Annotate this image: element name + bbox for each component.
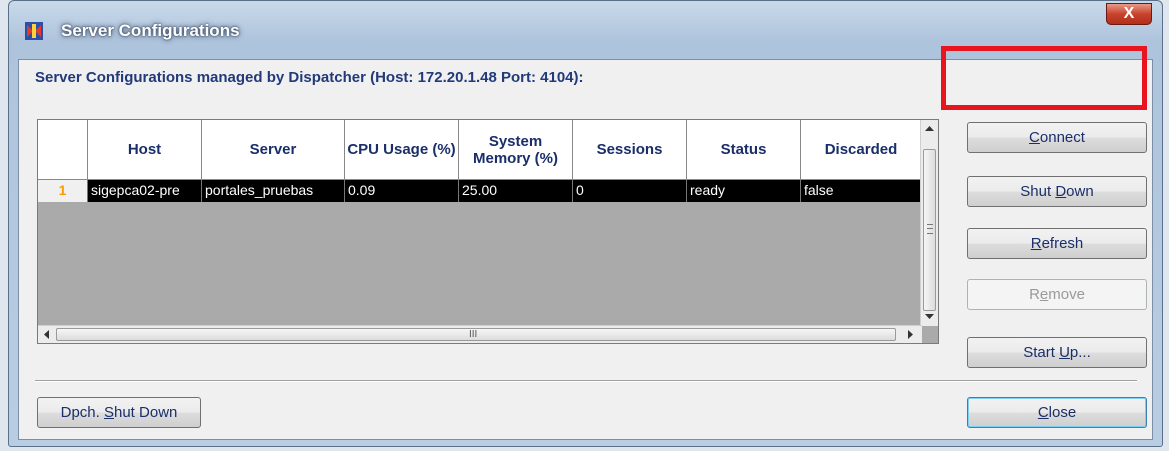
column-header-server[interactable]: Server xyxy=(202,120,345,180)
column-header-discarded[interactable]: Discarded xyxy=(801,120,922,180)
refresh-label-rest: efresh xyxy=(1041,235,1084,252)
scroll-left-arrow-icon[interactable] xyxy=(44,330,50,339)
window-close-button[interactable]: X xyxy=(1106,3,1152,25)
shut-down-button[interactable]: Shut Down xyxy=(967,176,1147,207)
close-mnemonic: C xyxy=(1037,404,1049,421)
horizontal-scroll-thumb[interactable]: III xyxy=(56,328,896,341)
column-header-host[interactable]: Host xyxy=(88,120,202,180)
start-up-label-rest: p... xyxy=(1069,344,1091,361)
close-label-rest: lose xyxy=(1048,404,1077,421)
column-header-sessions[interactable]: Sessions xyxy=(573,120,687,180)
cell-discarded[interactable]: false xyxy=(801,180,922,202)
start-up-label-pre: Start xyxy=(1023,344,1060,361)
vertical-scroll-thumb[interactable] xyxy=(923,149,936,311)
connect-highlight-annotation xyxy=(941,46,1147,110)
cell-host[interactable]: sigepca02-pre xyxy=(88,180,202,202)
dialog-client-area: Server Configurations managed by Dispatc… xyxy=(18,59,1153,440)
app-icon xyxy=(25,22,43,40)
scroll-grip-icon xyxy=(927,224,933,234)
dispatcher-shut-down-label-rest: hut Down xyxy=(114,404,178,421)
cell-cpu-usage[interactable]: 0.09 xyxy=(345,180,459,202)
cell-system-memory[interactable]: 25.00 xyxy=(459,180,573,202)
scroll-up-arrow-icon[interactable] xyxy=(925,126,934,132)
shut-down-mnemonic: D xyxy=(1055,183,1067,200)
footer-separator xyxy=(35,380,1137,382)
refresh-button[interactable]: Refresh xyxy=(967,228,1147,259)
horizontal-scrollbar[interactable]: III xyxy=(38,325,922,343)
column-header-cpu-usage[interactable]: CPU Usage (%) xyxy=(345,120,459,180)
server-configurations-grid[interactable]: Host Server CPU Usage (%) System Memory … xyxy=(37,119,939,344)
dispatcher-shut-down-button[interactable]: Dpch. Shut Down xyxy=(37,397,201,428)
grid-header-row: Host Server CPU Usage (%) System Memory … xyxy=(38,120,922,180)
shut-down-label-rest: own xyxy=(1066,183,1094,200)
remove-label-rest: move xyxy=(1048,286,1085,303)
remove-button[interactable]: Remove xyxy=(967,279,1147,310)
refresh-mnemonic: R xyxy=(1030,235,1042,252)
column-header-system-memory[interactable]: System Memory (%) xyxy=(459,120,573,180)
vertical-scrollbar[interactable] xyxy=(920,120,938,326)
scroll-grip-label: III xyxy=(469,329,478,340)
connect-button[interactable]: Connect xyxy=(967,122,1147,153)
column-header-status[interactable]: Status xyxy=(687,120,801,180)
cell-status[interactable]: ready xyxy=(687,180,801,202)
scroll-down-arrow-icon[interactable] xyxy=(925,314,934,320)
dispatcher-shut-down-mnemonic: S xyxy=(103,404,114,421)
scroll-right-arrow-icon[interactable] xyxy=(908,330,914,339)
shut-down-label-pre: Shut xyxy=(1020,183,1056,200)
start-up-mnemonic: U xyxy=(1059,344,1070,361)
connect-label-rest: onnect xyxy=(1039,129,1085,146)
close-button[interactable]: Close xyxy=(967,397,1147,428)
dispatcher-shut-down-label-pre: Dpch. xyxy=(60,404,104,421)
column-header-row-number xyxy=(38,120,88,180)
start-up-button[interactable]: Start Up... xyxy=(967,337,1147,368)
dispatcher-info-label: Server Configurations managed by Dispatc… xyxy=(35,69,584,86)
remove-label-pre: R xyxy=(1029,286,1040,303)
row-number[interactable]: 1 xyxy=(38,180,88,202)
table-row[interactable]: 1 sigepca02-pre portales_pruebas 0.09 25… xyxy=(38,180,922,202)
window-title: Server Configurations xyxy=(61,21,240,40)
connect-mnemonic: C xyxy=(1029,129,1040,146)
remove-mnemonic: e xyxy=(1039,286,1049,303)
cell-sessions[interactable]: 0 xyxy=(573,180,687,202)
cell-server[interactable]: portales_pruebas xyxy=(202,180,345,202)
